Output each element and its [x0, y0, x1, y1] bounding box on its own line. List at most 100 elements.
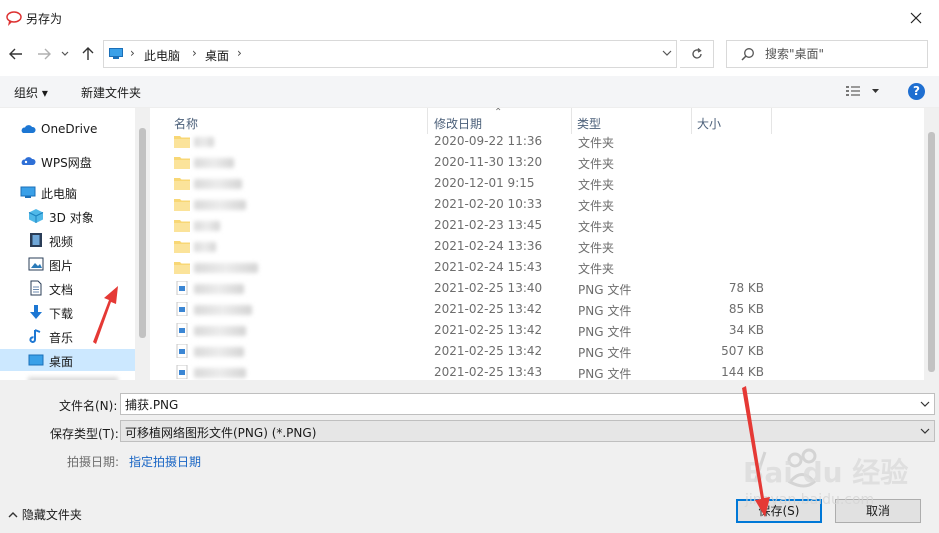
help-button[interactable]: ?: [908, 83, 925, 100]
computer-icon: [109, 48, 123, 59]
sidebar-item-pictures[interactable]: 图片: [0, 253, 135, 275]
file-row[interactable]: 2020-09-22 11:36 文件夹: [160, 131, 924, 152]
png-file-icon: [176, 302, 188, 316]
file-name-redacted: [194, 200, 246, 210]
back-button[interactable]: [6, 43, 26, 65]
file-row[interactable]: 2021-02-20 10:33 文件夹: [160, 194, 924, 215]
sidebar-item-music[interactable]: 音乐: [0, 325, 135, 347]
arrow-left-icon: [9, 48, 22, 60]
sidebar-item-wps-cloud[interactable]: WPS网盘: [0, 150, 135, 172]
up-button[interactable]: [78, 43, 98, 65]
chevron-right-icon: ›: [130, 46, 135, 60]
window-title: 另存为: [26, 12, 63, 26]
file-date: 2021-02-23 13:45: [434, 218, 543, 232]
navigation-pane: OneDrive WPS网盘 此电脑 3D 对象 视频 图片 文档 下载 音乐 …: [0, 108, 135, 380]
filetype-select[interactable]: 可移植网络图形文件(PNG) (*.PNG): [120, 420, 935, 442]
file-row[interactable]: 2021-02-25 13:40 PNG 文件 78 KB: [160, 278, 924, 299]
cube-icon: [28, 209, 44, 223]
file-date: 2021-02-25 13:42: [434, 344, 543, 358]
png-file-icon: [176, 281, 188, 295]
column-size[interactable]: 大小: [697, 115, 721, 132]
file-name-redacted: [194, 242, 216, 252]
file-list-scroll-thumb[interactable]: [928, 132, 935, 372]
forward-button[interactable]: [34, 43, 54, 65]
file-row[interactable]: 2021-02-25 13:43 PNG 文件 144 KB: [160, 362, 924, 380]
sidebar-item-onedrive[interactable]: OneDrive: [0, 118, 135, 140]
file-row[interactable]: 2020-12-01 9:15 文件夹: [160, 173, 924, 194]
file-list-scrollbar[interactable]: [924, 108, 939, 380]
breadcrumb-desktop[interactable]: 桌面: [205, 47, 229, 64]
file-date: 2021-02-25 13:42: [434, 302, 543, 316]
png-file-icon: [176, 365, 188, 379]
dropdown-caret-icon: ▾: [41, 86, 48, 100]
specify-date-link[interactable]: 指定拍摄日期: [129, 453, 201, 470]
search-box[interactable]: [726, 40, 928, 68]
sidebar-item-desktop[interactable]: 桌面: [0, 349, 135, 371]
file-row[interactable]: 2021-02-25 13:42 PNG 文件 507 KB: [160, 341, 924, 362]
file-date: 2021-02-25 13:43: [434, 365, 543, 379]
recent-locations-button[interactable]: [58, 43, 72, 65]
filetype-label: 保存类型(T):: [50, 427, 119, 441]
chevron-down-icon[interactable]: [662, 46, 672, 60]
sidebar-item-downloads[interactable]: 下载: [0, 301, 135, 323]
folder-icon: [174, 178, 190, 190]
change-view-button[interactable]: [845, 84, 881, 101]
folder-icon: [174, 220, 190, 232]
file-name-redacted: [194, 368, 246, 378]
file-size: 507 KB: [721, 344, 764, 358]
file-row[interactable]: 2021-02-25 13:42 PNG 文件 34 KB: [160, 320, 924, 341]
column-name[interactable]: 名称: [174, 115, 198, 132]
picture-icon: [28, 257, 44, 271]
svg-text:jingyan.baidu.com: jingyan.baidu.com: [744, 492, 874, 508]
file-type: PNG 文件: [578, 283, 632, 297]
breadcrumb-this-pc[interactable]: 此电脑: [144, 47, 180, 64]
new-folder-button[interactable]: 新建文件夹: [81, 84, 141, 101]
chevron-down-icon[interactable]: [920, 397, 930, 411]
file-type: 文件夹: [578, 199, 615, 213]
title-bar: 另存为: [0, 0, 939, 36]
desktop-icon: [28, 354, 44, 366]
music-icon: [29, 329, 41, 343]
filename-field[interactable]: [120, 393, 935, 415]
file-type: 文件夹: [578, 157, 615, 171]
file-type: 文件夹: [578, 178, 615, 192]
sidebar-item-this-pc[interactable]: 此电脑: [0, 181, 135, 203]
file-type: PNG 文件: [578, 304, 632, 318]
filename-input[interactable]: [125, 396, 905, 412]
file-type: PNG 文件: [578, 346, 632, 360]
file-date: 2020-11-30 13:20: [434, 155, 543, 169]
file-row[interactable]: 2021-02-24 15:43 文件夹: [160, 257, 924, 278]
file-date: 2021-02-25 13:40: [434, 281, 543, 295]
hide-folders-toggle[interactable]: 隐藏文件夹: [8, 506, 82, 523]
sidebar-item-documents[interactable]: 文档: [0, 277, 135, 299]
search-input[interactable]: [765, 45, 923, 63]
file-row[interactable]: 2021-02-23 13:45 文件夹: [160, 215, 924, 236]
file-date: 2021-02-24 15:43: [434, 260, 543, 274]
refresh-button[interactable]: [680, 40, 714, 68]
file-name-redacted: [194, 179, 242, 189]
watermark-logo: Bai du 经验 jingyan.baidu.com: [743, 448, 908, 508]
address-bar[interactable]: › 此电脑 › 桌面 ›: [103, 40, 677, 68]
file-name-redacted: [194, 305, 252, 315]
app-icon: [6, 11, 22, 26]
file-type: 文件夹: [578, 241, 615, 255]
cloud-icon: [21, 125, 36, 133]
file-row[interactable]: 2021-02-25 13:42 PNG 文件 85 KB: [160, 299, 924, 320]
close-button[interactable]: [893, 0, 939, 36]
sidebar-scroll-thumb[interactable]: [139, 128, 146, 338]
column-modified[interactable]: 修改日期: [434, 115, 482, 132]
file-name-redacted: [194, 347, 244, 357]
file-row[interactable]: 2020-11-30 13:20 文件夹: [160, 152, 924, 173]
toolbar: 组织 ▾ 新建文件夹 ?: [0, 76, 939, 108]
file-type: PNG 文件: [578, 367, 632, 380]
sidebar-item-videos[interactable]: 视频: [0, 229, 135, 251]
sidebar-scrollbar[interactable]: [135, 108, 150, 380]
file-size: 85 KB: [728, 302, 764, 316]
file-row[interactable]: 2021-02-24 13:36 文件夹: [160, 236, 924, 257]
sidebar-item-3d-objects[interactable]: 3D 对象: [0, 205, 135, 227]
organize-menu[interactable]: 组织 ▾: [14, 84, 48, 101]
file-size: 34 KB: [728, 323, 764, 337]
chevron-right-icon: ›: [192, 46, 197, 60]
column-type[interactable]: 类型: [577, 115, 601, 132]
filetype-value: 可移植网络图形文件(PNG) (*.PNG): [125, 426, 317, 440]
